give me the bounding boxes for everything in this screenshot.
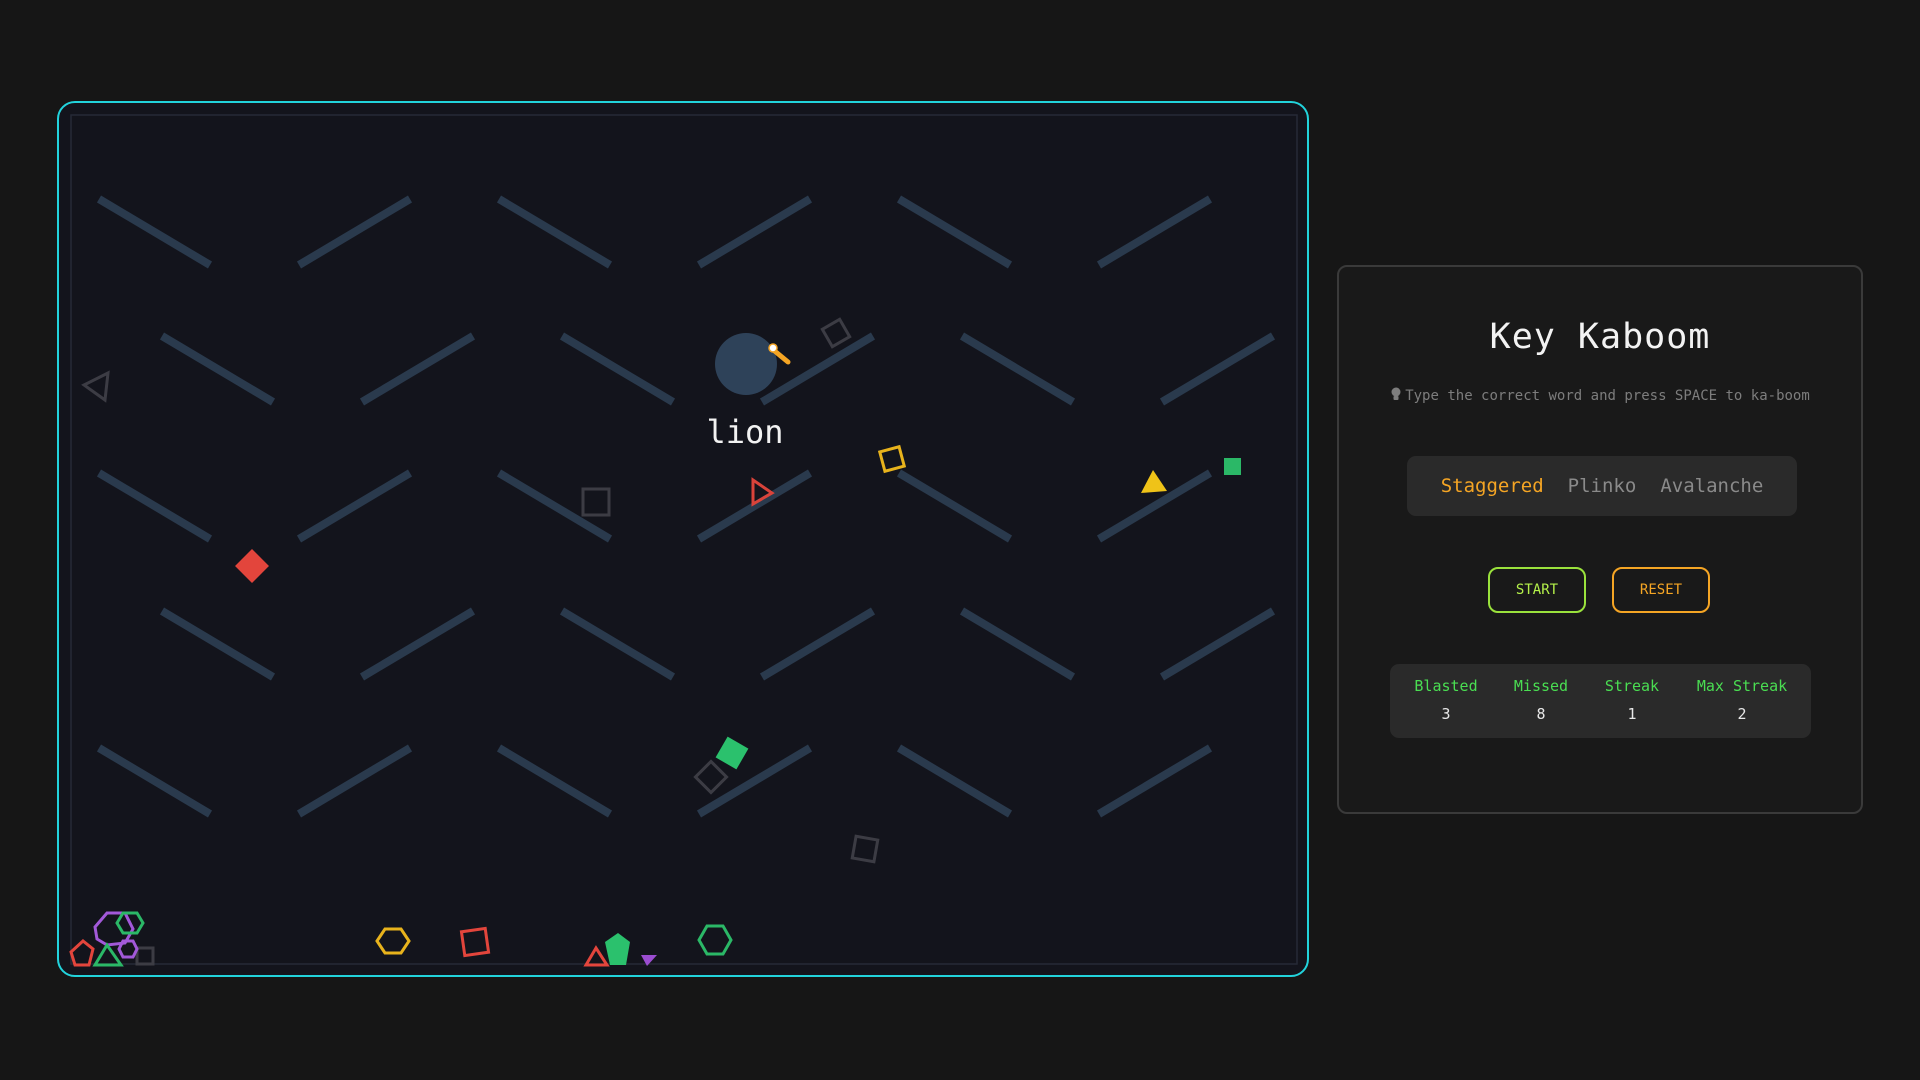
- game-title: Key Kaboom: [1489, 317, 1711, 357]
- mode-avalanche[interactable]: Avalanche: [1660, 475, 1763, 497]
- yellow-triangle: [1141, 470, 1167, 493]
- red-square-outline: [459, 926, 491, 958]
- peg-bar: [696, 744, 813, 818]
- gray-square-outline: [850, 834, 880, 864]
- peg-bar: [896, 195, 1013, 269]
- peg-bar: [496, 469, 613, 543]
- green-square: [1224, 458, 1241, 475]
- peg-bar: [559, 607, 676, 681]
- bomb-ball: [715, 333, 777, 395]
- gray-triangle-outline: [81, 370, 110, 403]
- red-diamond: [235, 549, 269, 583]
- stat-label: Missed: [1513, 677, 1569, 695]
- green-hexagon-outline: [697, 924, 733, 956]
- stat-label: Blasted: [1414, 677, 1478, 695]
- peg-bar: [759, 332, 876, 406]
- peg-bar: [1159, 607, 1276, 681]
- hint-text-row: Type the correct word and press SPACE to…: [1339, 387, 1861, 404]
- gray-square-outline: [693, 759, 729, 795]
- peg-bar: [496, 195, 613, 269]
- peg-bar: [1159, 332, 1276, 406]
- reset-button[interactable]: RESET: [1612, 567, 1710, 613]
- peg-bar: [896, 469, 1013, 543]
- peg-bar: [96, 469, 213, 543]
- purple-hexagon-outline: [117, 939, 139, 959]
- peg-bar: [559, 332, 676, 406]
- mode-staggered[interactable]: Staggered: [1441, 475, 1544, 497]
- falling-shapes: [69, 317, 1241, 967]
- mode-selector: Staggered Plinko Avalanche: [1407, 456, 1797, 516]
- peg-bar: [159, 332, 276, 406]
- green-pentagon: [605, 933, 630, 965]
- peg-field: [96, 195, 1276, 818]
- lightbulb-icon: [1391, 387, 1401, 400]
- peg-bar: [1096, 195, 1213, 269]
- peg-bar: [96, 744, 213, 818]
- peg-bar: [359, 332, 476, 406]
- peg-bar: [296, 195, 413, 269]
- stat-value: 2: [1737, 705, 1747, 723]
- green-triangle-outline: [92, 942, 124, 967]
- peg-bar: [96, 195, 213, 269]
- peg-bar: [959, 607, 1076, 681]
- gray-square-outline: [135, 946, 155, 966]
- hint-text: Type the correct word and press SPACE to…: [1405, 388, 1810, 404]
- game-canvas: lion: [69, 114, 1298, 967]
- fuse-spark: [768, 343, 778, 353]
- peg-bar: [959, 332, 1076, 406]
- peg-bar: [296, 469, 413, 543]
- yellow-square-outline: [877, 444, 907, 474]
- gray-square-outline: [581, 487, 611, 517]
- stat-value: 1: [1627, 705, 1637, 723]
- control-panel: Key Kaboom Type the correct word and pre…: [1337, 265, 1863, 814]
- stats-box: Blasted 3 Missed 8 Streak 1 Max Streak 2: [1390, 664, 1811, 738]
- green-diamond: [715, 736, 749, 770]
- red-triangle-outline: [583, 945, 610, 967]
- peg-bar: [296, 744, 413, 818]
- stat-streak: Streak 1: [1605, 677, 1659, 723]
- peg-bar: [359, 607, 476, 681]
- board-inner-border: [70, 114, 1298, 965]
- mode-plinko[interactable]: Plinko: [1568, 475, 1637, 497]
- game-board: lion: [57, 101, 1309, 977]
- red-pentagon-outline: [69, 939, 95, 967]
- stat-blasted: Blasted 3: [1414, 677, 1477, 723]
- peg-bar: [1096, 744, 1213, 818]
- peg-bar: [896, 744, 1013, 818]
- stat-label: Max Streak: [1696, 677, 1788, 695]
- peg-bar: [759, 607, 876, 681]
- stat-max-streak: Max Streak 2: [1697, 677, 1787, 723]
- peg-bar: [696, 195, 813, 269]
- yellow-hexagon-outline: [375, 927, 411, 955]
- stat-value: 8: [1536, 705, 1546, 723]
- target-word: lion: [706, 413, 783, 451]
- stat-missed: Missed 8: [1514, 677, 1568, 723]
- peg-bar: [159, 607, 276, 681]
- peg-bar: [496, 744, 613, 818]
- start-button[interactable]: START: [1488, 567, 1586, 613]
- gray-square-outline: [820, 317, 852, 349]
- stat-label: Streak: [1604, 677, 1660, 695]
- stat-value: 3: [1441, 705, 1451, 723]
